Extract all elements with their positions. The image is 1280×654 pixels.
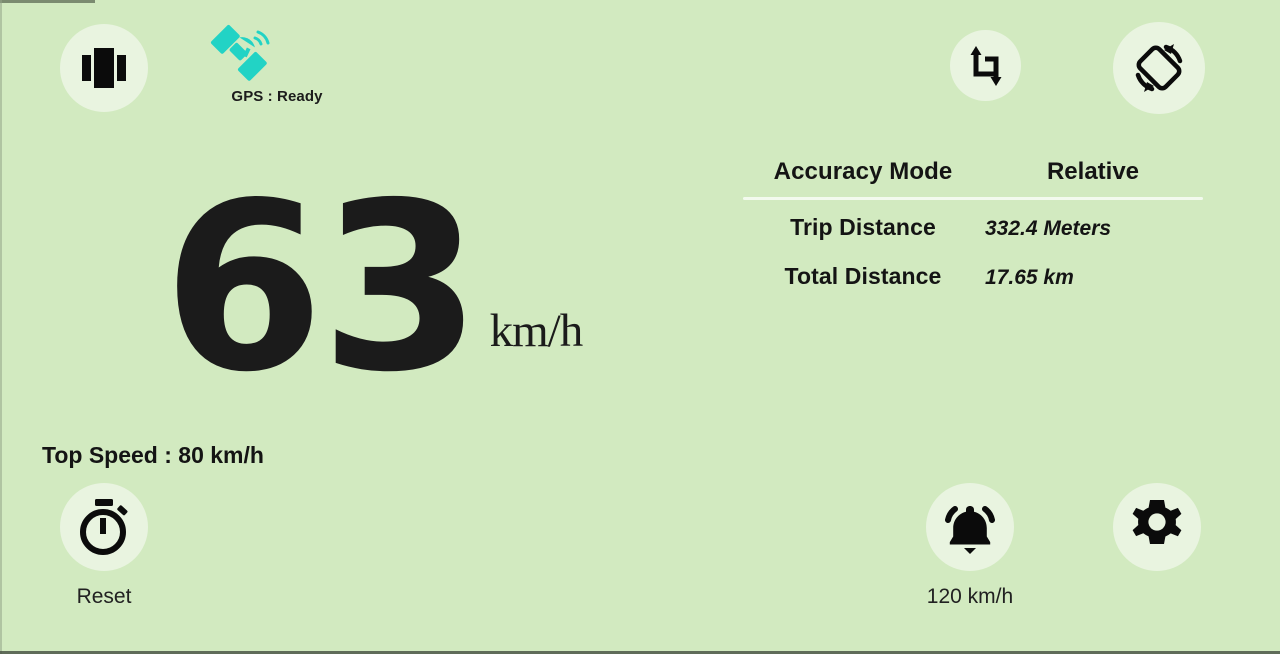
total-distance-label: Total Distance [784,263,942,289]
screen-rotation-button[interactable] [1113,22,1205,114]
alarm-bell-icon [942,500,998,554]
settings-button[interactable] [1113,483,1201,571]
gps-status-label: GPS : Ready [231,88,323,105]
speed-readout: 63 km/h [0,153,745,423]
accuracy-mode-value: Relative [1046,158,1140,185]
crop-screenshot-icon [965,44,1007,88]
info-panel: Accuracy Mode Relative Trip Distance 332… [743,158,1203,290]
accuracy-mode-label: Accuracy Mode [773,158,953,185]
window-edge-top [0,0,95,3]
total-distance-row: Total Distance 17.65 km [743,263,1203,290]
speed-alarm-label: 120 km/h [926,585,1014,608]
info-divider [743,197,1203,200]
satellite-icon [207,22,347,84]
accuracy-mode-row[interactable]: Accuracy Mode Relative [743,158,1203,186]
reset-button[interactable] [60,483,148,571]
trip-distance-row: Trip Distance 332.4 Meters [743,214,1203,241]
reset-label: Reset [76,585,132,608]
speed-value: 63 [162,153,482,423]
screen-rotation-icon [1132,41,1186,95]
top-speed-label: Top Speed : 80 km/h [42,442,264,468]
gps-status: GPS : Ready [207,22,347,105]
speed-unit: km/h [489,305,584,358]
gear-icon [1129,499,1185,555]
screenshot-button[interactable] [950,30,1021,101]
total-distance-value: 17.65 km [985,266,1074,289]
stopwatch-icon [76,498,132,556]
view-mode-button[interactable] [60,24,148,112]
trip-distance-value: 332.4 Meters [985,217,1112,240]
speedometer-app: GPS : Ready 63 km/h Accuracy Mode Relati… [0,0,1280,654]
view-carousel-icon [82,48,126,88]
speed-alarm-button[interactable] [926,483,1014,571]
trip-distance-label: Trip Distance [790,214,936,240]
